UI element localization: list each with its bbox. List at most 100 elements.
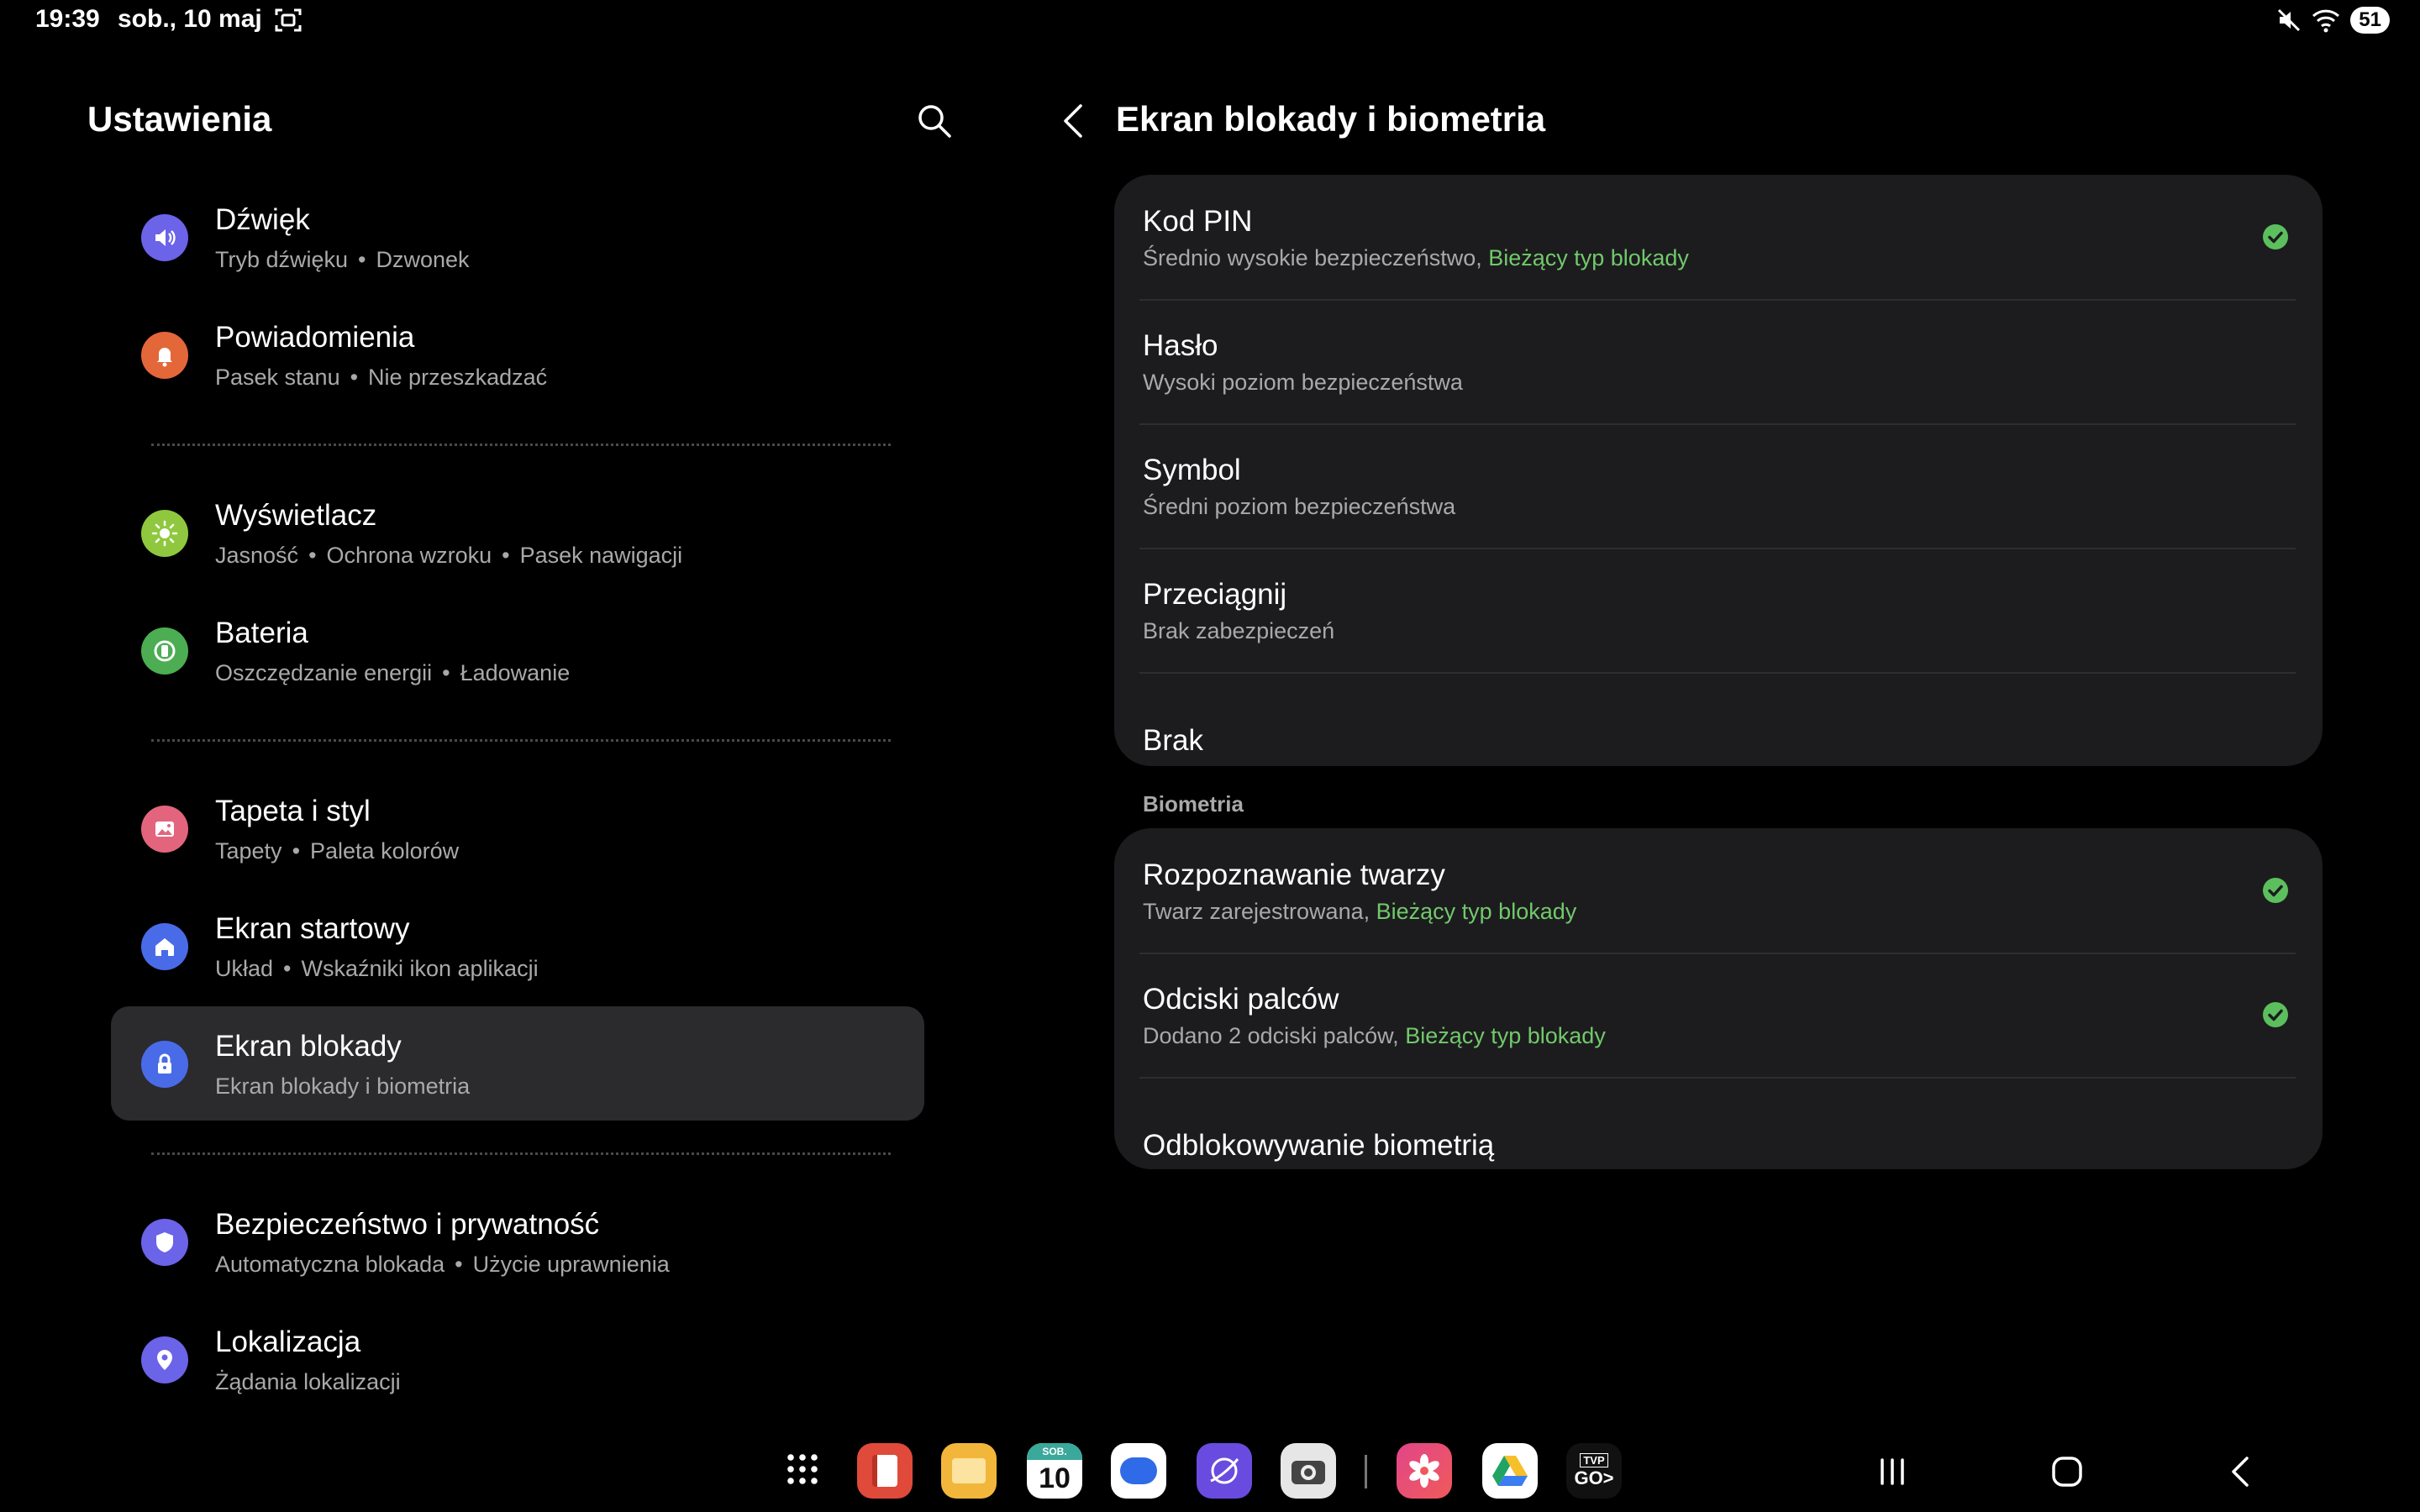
option-subtitle: Twarz zarejestrowana, Bieżący typ blokad… xyxy=(1143,899,1576,925)
menu-item-bateria[interactable]: Bateria Oszczędzanie energii • Ładowanie xyxy=(111,593,924,707)
menu-item-subtitle-part: Użycie uprawnienia xyxy=(472,1252,670,1277)
page-title: Ekran blokady i biometria xyxy=(1116,99,1546,139)
menu-divider xyxy=(151,1152,891,1155)
tvp-go-app-icon[interactable]: TVP GO> xyxy=(1566,1443,1622,1499)
menu-item-bezpieczeństwo-i-prywatność[interactable]: Bezpieczeństwo i prywatność Automatyczna … xyxy=(111,1184,924,1299)
menu-item-wyświetlacz[interactable]: Wyświetlacz Jasność • Ochrona wzroku • Pasek … xyxy=(111,475,924,590)
menu-item-subtitle: Tryb dźwięku • Dzwonek xyxy=(215,247,470,273)
battery-level: 51 xyxy=(2350,7,2390,34)
menu-item-subtitle: Pasek stanu • Nie przeszkadzać xyxy=(215,365,547,391)
shield-icon xyxy=(141,1219,188,1266)
go-label: GO> xyxy=(1574,1467,1614,1488)
notes-app-icon[interactable] xyxy=(857,1443,913,1499)
option-title: Brak xyxy=(1143,724,1203,757)
option-subtitle: Średnio wysokie bezpieczeństwo, Bieżący … xyxy=(1143,245,1689,271)
lock-type-card: Kod PIN Średnio wysokie bezpieczeństwo, B… xyxy=(1114,175,2323,766)
home-button-icon[interactable] xyxy=(2047,1452,2087,1492)
menu-item-subtitle: Ekran blokady i biometria xyxy=(215,1074,470,1100)
calendar-app-icon[interactable]: SOB. 10 xyxy=(1027,1443,1082,1499)
speaker-icon xyxy=(141,214,188,261)
separator-dot: • xyxy=(442,660,450,685)
menu-item-subtitle: Jasność • Ochrona wzroku • Pasek nawigacji xyxy=(215,543,682,569)
option-title: Odblokowywanie biometrią xyxy=(1143,1129,1495,1162)
menu-item-tapeta-i-styl[interactable]: Tapeta i styl Tapety • Paleta kolorów xyxy=(111,771,924,885)
option-rozpoznawanie-twarzy[interactable]: Rozpoznawanie twarzy Twarz zarejestrowana… xyxy=(1114,828,2323,953)
apps-grid-icon[interactable] xyxy=(776,1443,832,1499)
menu-item-title: Dźwięk xyxy=(215,203,310,236)
home-icon xyxy=(141,923,188,970)
checkmark-icon xyxy=(2263,878,2288,903)
menu-item-subtitle-part: Tapety xyxy=(215,838,282,864)
option-kod-pin[interactable]: Kod PIN Średnio wysokie bezpieczeństwo, B… xyxy=(1114,175,2323,299)
menu-item-subtitle-part: Pasek stanu xyxy=(215,365,340,390)
menu-item-powiadomienia[interactable]: Powiadomienia Pasek stanu • Nie przeszkadza… xyxy=(111,297,924,412)
menu-item-ekran-startowy[interactable]: Ekran startowy Układ • Wskaźniki ikon aplik… xyxy=(111,889,924,1003)
menu-item-subtitle-part: Jasność xyxy=(215,543,299,568)
menu-item-subtitle-part: Tryb dźwięku xyxy=(215,247,349,272)
checkmark-icon xyxy=(2263,1002,2288,1027)
files-app-icon[interactable] xyxy=(941,1443,997,1499)
option-odblokowywanie-biometrią[interactable]: Odblokowywanie biometrią xyxy=(1114,1077,2323,1201)
menu-item-subtitle-part: Oszczędzanie energii xyxy=(215,660,433,685)
menu-item-subtitle-part: Ochrona wzroku xyxy=(326,543,492,568)
option-subtitle: Wysoki poziom bezpieczeństwa xyxy=(1143,370,1463,396)
option-title: Kod PIN xyxy=(1143,205,1253,238)
drive-app-icon[interactable] xyxy=(1482,1443,1538,1499)
option-symbol[interactable]: Symbol Średni poziom bezpieczeństwa xyxy=(1114,423,2323,548)
option-hasło[interactable]: Hasło Wysoki poziom bezpieczeństwa xyxy=(1114,299,2323,423)
option-title: Symbol xyxy=(1143,454,1241,486)
screen-capture-icon xyxy=(275,8,302,32)
image-icon xyxy=(141,806,188,853)
sun-icon xyxy=(141,510,188,557)
wifi-icon xyxy=(2312,9,2340,33)
calendar-date-label: 10 xyxy=(1039,1462,1071,1494)
menu-item-subtitle-part: Automatyczna blokada xyxy=(215,1252,445,1277)
menu-item-subtitle-part: Dzwonek xyxy=(376,247,470,272)
messages-app-icon[interactable] xyxy=(1111,1443,1166,1499)
separator-dot: • xyxy=(292,838,301,864)
menu-item-subtitle-part: Pasek nawigacji xyxy=(519,543,683,568)
menu-item-title: Bezpieczeństwo i prywatność xyxy=(215,1208,600,1241)
status-bar: 19:39 sob., 10 maj 51 xyxy=(0,0,2420,42)
menu-item-subtitle-part: Ekran blokady i biometria xyxy=(215,1074,471,1099)
search-icon[interactable] xyxy=(916,102,953,139)
settings-title: Ustawienia xyxy=(87,99,272,139)
menu-divider xyxy=(151,739,891,742)
camera-app-icon[interactable] xyxy=(1281,1443,1336,1499)
option-subtitle-text: Średni poziom bezpieczeństwa xyxy=(1143,494,1456,519)
option-odciski-palców[interactable]: Odciski palców Dodano 2 odciski palców, B… xyxy=(1114,953,2323,1077)
option-title: Przeciągnij xyxy=(1143,578,1287,611)
option-subtitle-text: Twarz zarejestrowana, xyxy=(1143,899,1370,924)
option-subtitle-text: Wysoki poziom bezpieczeństwa xyxy=(1143,370,1463,395)
menu-divider xyxy=(151,444,891,446)
menu-item-ekran-blokady[interactable]: Ekran blokady Ekran blokady i biometria xyxy=(111,1006,924,1121)
biometrics-section-label: Biometria xyxy=(1143,791,1244,816)
option-subtitle: Dodano 2 odciski palców, Bieżący typ blo… xyxy=(1143,1023,1606,1049)
recent-apps-icon[interactable] xyxy=(1872,1452,1912,1492)
option-subtitle-text: Średnio wysokie bezpieczeństwo, xyxy=(1143,245,1482,270)
menu-item-dźwięk[interactable]: Dźwięk Tryb dźwięku • Dzwonek xyxy=(111,180,924,294)
menu-item-subtitle-part: Nie przeszkadzać xyxy=(368,365,548,390)
status-date: sob., 10 maj xyxy=(118,5,262,33)
back-button-icon[interactable] xyxy=(2222,1452,2262,1492)
option-subtitle: Średni poziom bezpieczeństwa xyxy=(1143,494,1455,520)
option-brak[interactable]: Brak xyxy=(1114,672,2323,796)
option-title: Hasło xyxy=(1143,329,1218,362)
back-arrow-icon[interactable] xyxy=(1055,101,1092,141)
menu-item-title: Bateria xyxy=(215,617,308,649)
mute-icon xyxy=(2278,8,2301,32)
menu-item-lokalizacja[interactable]: Lokalizacja Żądania lokalizacji xyxy=(111,1302,924,1416)
menu-item-subtitle: Tapety • Paleta kolorów xyxy=(215,838,459,864)
option-title: Rozpoznawanie twarzy xyxy=(1143,858,1445,891)
option-przeciągnij[interactable]: Przeciągnij Brak zabezpieczeń xyxy=(1114,548,2323,672)
menu-item-subtitle-part: Ładowanie xyxy=(460,660,571,685)
separator-dot: • xyxy=(350,365,359,390)
gallery-app-icon[interactable] xyxy=(1397,1443,1452,1499)
browser-app-icon[interactable] xyxy=(1197,1443,1252,1499)
separator-dot: • xyxy=(283,956,292,981)
option-subtitle-text: Brak zabezpieczeń xyxy=(1143,618,1335,643)
menu-item-title: Tapeta i styl xyxy=(215,795,371,827)
option-subtitle: Brak zabezpieczeń xyxy=(1143,618,1334,644)
menu-item-title: Lokalizacja xyxy=(215,1326,361,1358)
calendar-day-label: SOB. xyxy=(1027,1443,1082,1460)
